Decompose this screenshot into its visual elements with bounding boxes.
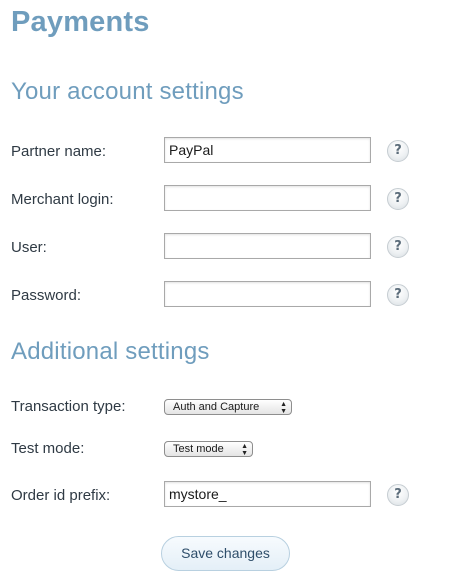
account-settings-heading: Your account settings	[11, 78, 244, 105]
test-mode-selected: Test mode	[173, 443, 224, 455]
help-icon[interactable]: ?	[387, 140, 409, 162]
help-icon[interactable]: ?	[387, 188, 409, 210]
order-id-prefix-row: Order id prefix: ?	[11, 481, 451, 511]
save-changes-button[interactable]: Save changes	[161, 536, 290, 571]
transaction-type-select[interactable]: Auth and Capture ▲ ▼	[164, 399, 292, 415]
test-mode-select[interactable]: Test mode ▲ ▼	[164, 441, 253, 457]
transaction-type-row: Transaction type: Auth and Capture ▲ ▼	[11, 395, 451, 425]
help-icon[interactable]: ?	[387, 284, 409, 306]
transaction-type-label: Transaction type:	[11, 398, 126, 415]
user-label: User:	[11, 239, 47, 256]
password-label: Password:	[11, 287, 82, 304]
transaction-type-selected: Auth and Capture	[173, 401, 260, 413]
order-id-prefix-label: Order id prefix:	[11, 487, 111, 504]
test-mode-label: Test mode:	[11, 440, 85, 457]
page-title: Payments	[11, 6, 150, 38]
partner-name-input[interactable]	[164, 137, 371, 163]
partner-name-label: Partner name:	[11, 143, 107, 160]
help-icon[interactable]: ?	[387, 236, 409, 258]
order-id-prefix-input[interactable]	[164, 481, 371, 507]
payments-page: Payments Your account settings Partner n…	[0, 0, 460, 582]
test-mode-row: Test mode: Test mode ▲ ▼	[11, 437, 451, 467]
select-arrows-icon: ▲ ▼	[241, 443, 248, 457]
user-input[interactable]	[164, 233, 371, 259]
select-arrows-icon: ▲ ▼	[280, 401, 287, 415]
password-row: Password: ?	[11, 281, 451, 311]
partner-name-row: Partner name: ?	[11, 137, 451, 167]
additional-settings-heading: Additional settings	[11, 338, 210, 365]
user-row: User: ?	[11, 233, 451, 263]
merchant-login-input[interactable]	[164, 185, 371, 211]
help-icon[interactable]: ?	[387, 484, 409, 506]
password-input[interactable]	[164, 281, 371, 307]
merchant-login-label: Merchant login:	[11, 191, 114, 208]
merchant-login-row: Merchant login: ?	[11, 185, 451, 215]
